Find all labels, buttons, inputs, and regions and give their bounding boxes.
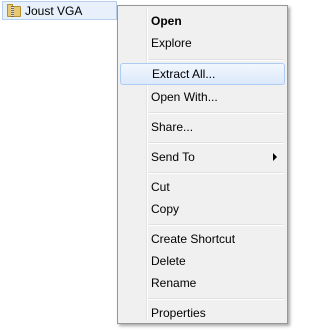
- menu-item-rename[interactable]: Rename: [120, 272, 285, 294]
- menu-item-label: Open With...: [151, 90, 218, 104]
- file-name: Joust VGA: [25, 3, 83, 18]
- menu-item-cut[interactable]: Cut: [120, 176, 285, 198]
- menu-item-label: Extract All...: [152, 67, 216, 81]
- menu-item-delete[interactable]: Delete: [120, 250, 285, 272]
- menu-item-label: Rename: [151, 276, 197, 290]
- menu-item-label: Share...: [151, 120, 194, 134]
- menu-item-send-to[interactable]: Send To: [120, 146, 285, 168]
- menu-separator: [149, 112, 283, 114]
- menu-separator: [149, 224, 283, 226]
- menu-item-label: Delete: [151, 254, 186, 268]
- menu-item-label: Send To: [151, 150, 195, 164]
- menu-item-extract-all[interactable]: Extract All...: [120, 63, 285, 85]
- menu-item-share[interactable]: Share...: [120, 116, 285, 138]
- menu-item-create-shortcut[interactable]: Create Shortcut: [120, 228, 285, 250]
- menu-item-label: Properties: [151, 306, 206, 320]
- menu-separator: [149, 172, 283, 174]
- menu-item-label: Explore: [151, 36, 192, 50]
- menu-separator: [149, 59, 283, 61]
- menu-item-copy[interactable]: Copy: [120, 198, 285, 220]
- menu-separator: [149, 142, 283, 144]
- file-item-joust-vga[interactable]: Joust VGA: [2, 1, 117, 20]
- menu-item-properties[interactable]: Properties: [120, 302, 285, 324]
- menu-separator: [149, 298, 283, 300]
- zip-folder-icon: [7, 3, 21, 18]
- context-menu: Open Explore Extract All... Open With...…: [117, 5, 288, 324]
- menu-item-label: Cut: [151, 180, 170, 194]
- menu-item-label: Create Shortcut: [151, 232, 236, 246]
- menu-item-label: Copy: [151, 202, 180, 216]
- menu-item-explore[interactable]: Explore: [120, 32, 285, 54]
- chevron-right-icon: [273, 153, 277, 161]
- menu-item-open[interactable]: Open: [120, 10, 285, 32]
- menu-item-label: Open: [151, 14, 182, 28]
- menu-item-open-with[interactable]: Open With...: [120, 86, 285, 108]
